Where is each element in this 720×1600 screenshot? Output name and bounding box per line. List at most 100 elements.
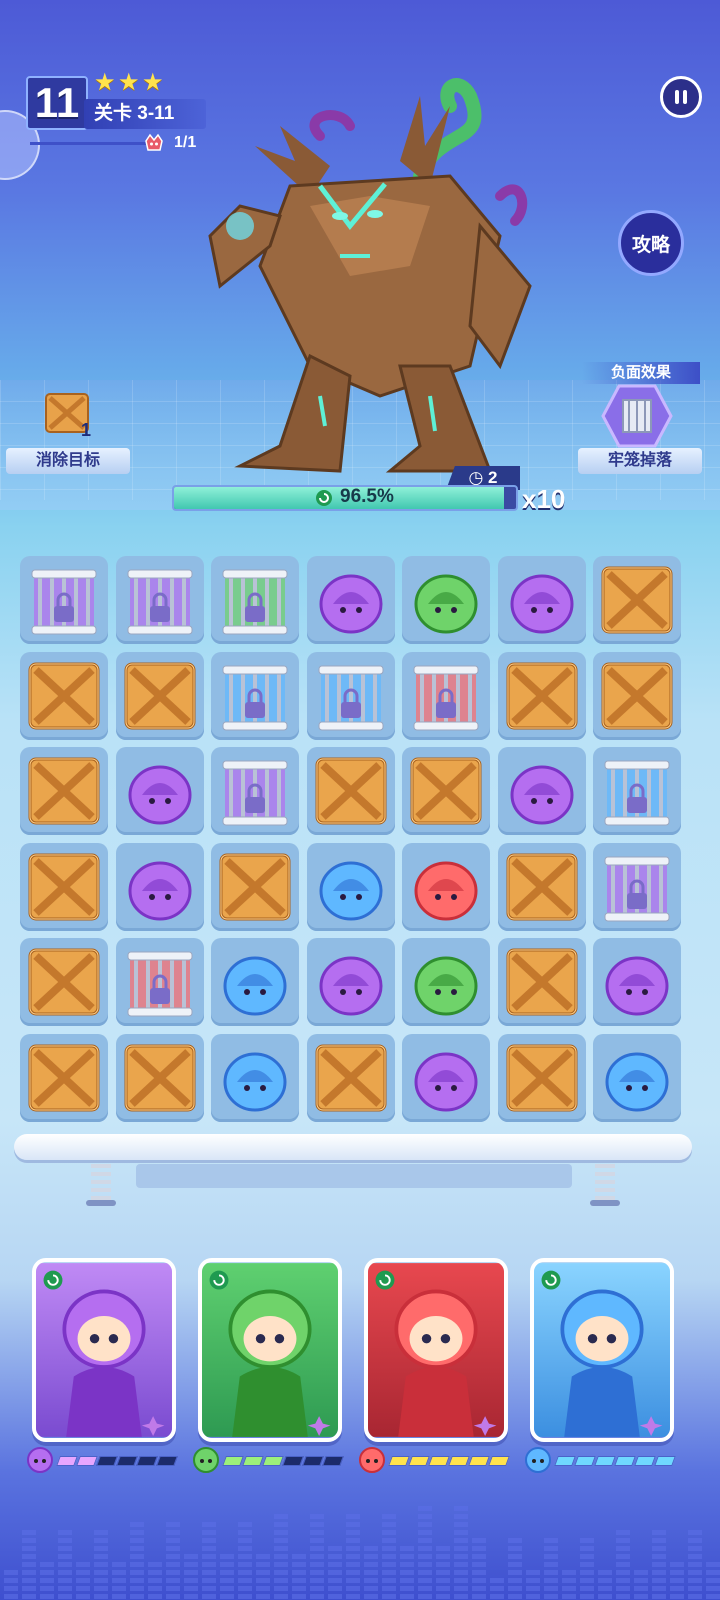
crate-tile[interactable]	[20, 938, 108, 1026]
blue-hero-tile[interactable]	[211, 1033, 299, 1122]
purple-hero-tile[interactable]	[115, 842, 204, 931]
crate-tile[interactable]	[593, 556, 681, 644]
crate-tile[interactable]	[20, 651, 108, 740]
energy-segment	[574, 1456, 596, 1466]
red-hero-portrait	[368, 1263, 504, 1437]
crate-tile[interactable]	[593, 651, 681, 740]
match-board	[20, 556, 688, 1126]
energy-segment	[322, 1456, 344, 1466]
swirl-icon	[316, 490, 332, 506]
crate-tile[interactable]	[497, 1033, 586, 1122]
energy-segment	[242, 1456, 264, 1466]
energy-segment	[388, 1456, 410, 1466]
purple-hero-tile[interactable]	[115, 747, 204, 835]
green-hero-icon	[414, 574, 478, 634]
caged-blue-icon	[318, 665, 383, 730]
green-hero-energy-bar	[192, 1447, 348, 1473]
blue-hero-icon	[223, 956, 287, 1016]
caged-blue-icon	[222, 665, 288, 730]
spring-icon	[590, 1164, 620, 1206]
tree-golem-boss	[208, 78, 532, 473]
blue-hero-tile[interactable]	[211, 938, 299, 1026]
crate-tile[interactable]	[497, 938, 586, 1026]
purple-hero-face-icon	[27, 1447, 53, 1473]
purple-hero-tile[interactable]	[593, 938, 681, 1026]
red-hero-card[interactable]	[364, 1258, 508, 1442]
stage-label: 关卡 3-11	[84, 99, 206, 129]
energy-segment	[302, 1456, 324, 1466]
energy-segment	[408, 1456, 430, 1466]
caged-red-icon	[127, 951, 192, 1017]
equalizer-background	[4, 1506, 720, 1599]
caged-purple-tile[interactable]	[115, 556, 204, 644]
caged-red-tile[interactable]	[115, 938, 204, 1026]
blue-hero-card[interactable]	[530, 1258, 674, 1442]
energy-segment	[156, 1456, 178, 1466]
boss-hp-fill	[174, 487, 505, 509]
crate-icon	[506, 853, 577, 920]
energy-segment	[282, 1456, 304, 1466]
caged-purple-icon	[222, 760, 288, 826]
crate-tile[interactable]	[497, 651, 586, 740]
blue-hero-tile[interactable]	[593, 1033, 681, 1122]
purple-hero-icon	[510, 574, 573, 634]
crate-icon	[28, 662, 100, 729]
caged-green-tile[interactable]	[211, 556, 299, 644]
crate-tile[interactable]	[497, 842, 586, 931]
star-icon: ★	[118, 69, 140, 96]
red-hero-energy-bar	[358, 1447, 514, 1473]
purple-hero-icon	[319, 574, 382, 634]
caged-red-tile[interactable]	[402, 651, 490, 740]
crate-tile[interactable]	[20, 747, 108, 835]
crate-icon	[28, 1044, 100, 1111]
green-hero-card[interactable]	[198, 1258, 342, 1442]
caged-purple-icon	[127, 569, 192, 635]
caged-purple-tile[interactable]	[20, 556, 108, 644]
green-hero-icon	[414, 956, 478, 1016]
crate-tile[interactable]	[211, 842, 299, 931]
green-hero-tile[interactable]	[402, 556, 490, 644]
enemy-head-icon	[145, 133, 163, 151]
crate-tile[interactable]	[20, 842, 108, 931]
red-hero-tile[interactable]	[402, 842, 490, 931]
crate-icon	[506, 662, 577, 729]
guide-button[interactable]: 攻略	[618, 210, 684, 276]
caged-purple-tile[interactable]	[593, 842, 681, 931]
crate-icon	[315, 757, 386, 825]
debuff-title: 负面效果	[582, 362, 700, 384]
purple-hero-tile[interactable]	[497, 747, 586, 835]
purple-hero-tile[interactable]	[402, 1033, 490, 1122]
caged-blue-tile[interactable]	[306, 651, 395, 740]
purple-hero-energy-bar	[26, 1447, 182, 1473]
energy-segment	[634, 1456, 656, 1466]
purple-hero-icon	[128, 765, 191, 825]
energy-segment	[448, 1456, 470, 1466]
caged-blue-tile[interactable]	[211, 651, 299, 740]
caged-purple-tile[interactable]	[211, 747, 299, 835]
pause-button[interactable]	[660, 76, 702, 118]
blue-hero-tile[interactable]	[306, 842, 395, 931]
crate-tile[interactable]	[306, 747, 395, 835]
energy-segment	[222, 1456, 244, 1466]
debuff-label: 牢笼掉落	[578, 448, 702, 474]
crate-icon	[601, 566, 673, 634]
purple-hero-tile[interactable]	[306, 556, 395, 644]
blue-hero-portrait	[534, 1263, 670, 1437]
purple-hero-tile[interactable]	[497, 556, 586, 644]
cage-debuff-icon[interactable]	[601, 384, 673, 448]
green-hero-tile[interactable]	[402, 938, 490, 1026]
purple-hero-tile[interactable]	[306, 938, 395, 1026]
crate-tile[interactable]	[402, 747, 490, 835]
crate-tile[interactable]	[115, 1033, 204, 1122]
purple-hero-portrait	[36, 1263, 172, 1437]
star-icon: ★	[94, 69, 116, 96]
crate-tile[interactable]	[20, 1033, 108, 1122]
crate-icon	[28, 948, 100, 1016]
caged-green-icon	[222, 569, 288, 635]
crate-tile[interactable]	[115, 651, 204, 740]
crate-tile[interactable]	[306, 1033, 395, 1122]
energy-segment	[654, 1456, 676, 1466]
purple-hero-card[interactable]	[32, 1258, 176, 1442]
caged-blue-tile[interactable]	[593, 747, 681, 835]
caged-blue-icon	[604, 760, 670, 826]
